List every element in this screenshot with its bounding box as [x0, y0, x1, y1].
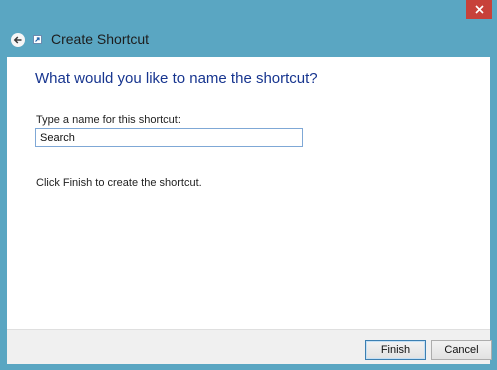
create-shortcut-window: Create Shortcut What would you like to n… [0, 0, 497, 370]
cancel-button[interactable]: Cancel [431, 340, 492, 360]
back-arrow-icon [13, 36, 22, 44]
instruction-text: Click Finish to create the shortcut. [36, 177, 202, 189]
finish-button[interactable]: Finish [365, 340, 426, 360]
shortcut-icon [33, 35, 42, 44]
window-title: Create Shortcut [51, 31, 150, 47]
shortcut-name-input[interactable] [35, 128, 303, 147]
page-heading: What would you like to name the shortcut… [35, 70, 318, 87]
back-button[interactable] [11, 33, 25, 47]
close-icon [474, 5, 484, 14]
wizard-content: What would you like to name the shortcut… [7, 57, 490, 329]
close-button[interactable] [466, 0, 492, 19]
footer-bar: Finish Cancel [7, 329, 492, 364]
name-field-label: Type a name for this shortcut: [36, 114, 181, 126]
title-bar: Create Shortcut [0, 24, 497, 56]
